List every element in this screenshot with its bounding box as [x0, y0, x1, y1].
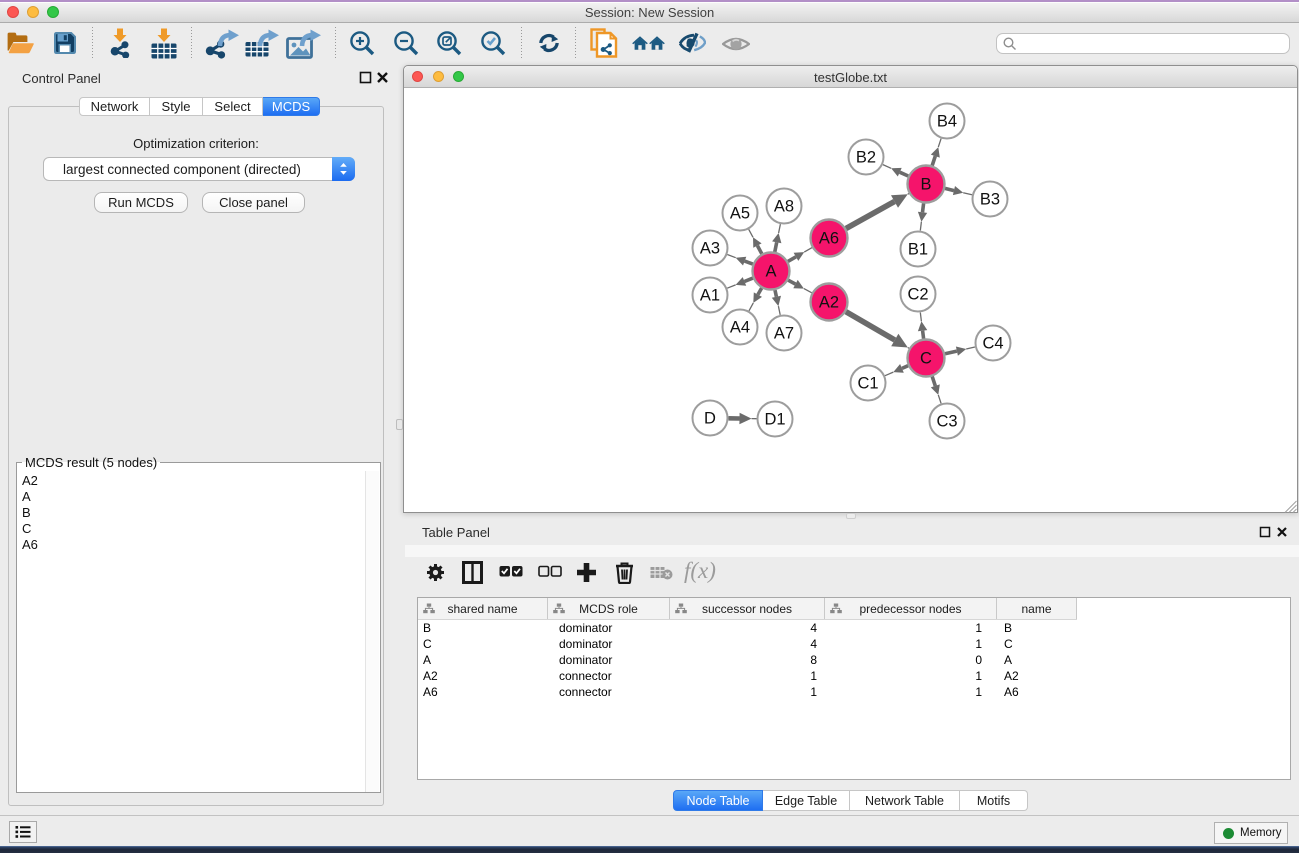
svg-text:B1: B1: [908, 241, 928, 259]
svg-text:A6: A6: [819, 230, 839, 248]
svg-text:A7: A7: [774, 325, 794, 343]
svg-text:C1: C1: [857, 375, 878, 393]
svg-text:A8: A8: [774, 198, 794, 216]
svg-text:B3: B3: [980, 191, 1000, 209]
svg-text:A5: A5: [730, 205, 750, 223]
svg-text:A: A: [765, 263, 776, 281]
svg-text:B: B: [920, 176, 931, 194]
svg-text:A4: A4: [730, 319, 750, 337]
svg-text:C2: C2: [907, 286, 928, 304]
svg-text:B2: B2: [856, 149, 876, 167]
svg-text:C3: C3: [936, 413, 957, 431]
svg-text:A3: A3: [700, 240, 720, 258]
svg-text:C4: C4: [982, 335, 1003, 353]
svg-text:C: C: [920, 350, 932, 368]
svg-text:A1: A1: [700, 287, 720, 305]
svg-text:A2: A2: [819, 294, 839, 312]
svg-text:B4: B4: [937, 113, 957, 131]
svg-text:D: D: [704, 410, 716, 428]
svg-text:D1: D1: [764, 411, 785, 429]
